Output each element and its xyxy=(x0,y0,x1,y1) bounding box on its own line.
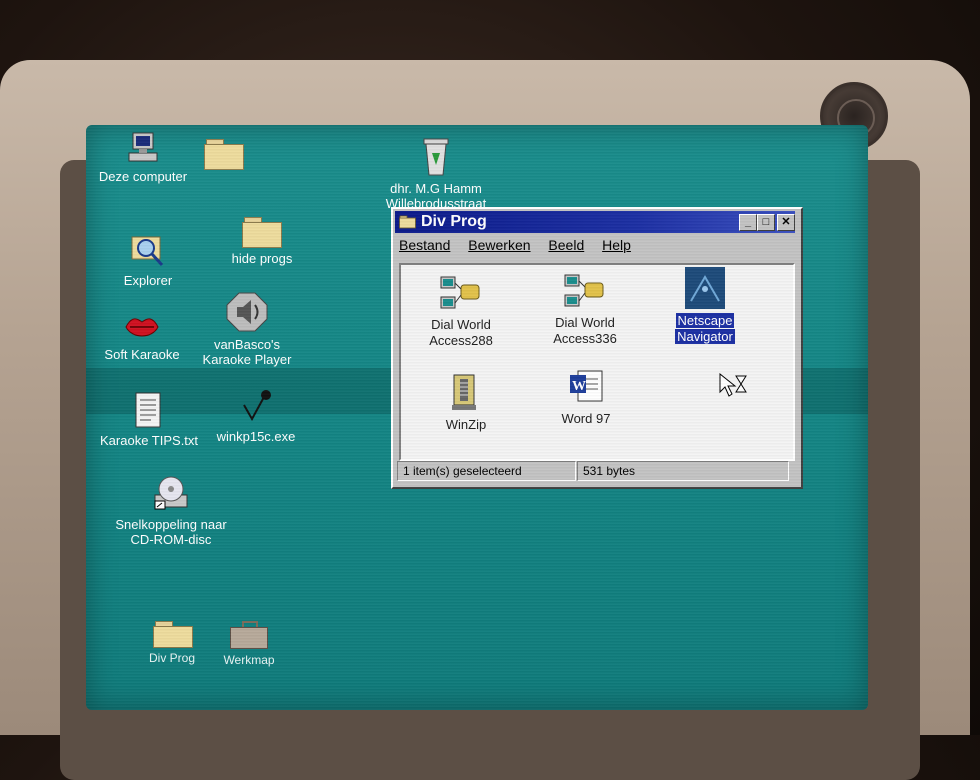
word-icon: W xyxy=(570,370,603,402)
desktop-icon-my-computer[interactable]: Deze computer xyxy=(98,131,188,184)
file-item-label-selected: Netscape xyxy=(667,313,743,329)
file-item-word97[interactable]: W Word 97 xyxy=(551,367,621,427)
status-size: 531 bytes xyxy=(577,461,789,481)
desktop-icon-soft-karaoke[interactable]: Soft Karaoke xyxy=(98,313,186,362)
desktop-icon-winkp15c[interactable]: winkp15c.exe xyxy=(208,387,304,444)
speaker-icon xyxy=(226,292,268,332)
netscape-icon xyxy=(685,267,725,309)
desktop-icon-explorer[interactable]: Explorer xyxy=(106,233,190,288)
folder-icon xyxy=(242,217,282,248)
desktop-icon-label: winkp15c.exe xyxy=(216,429,296,444)
computer-icon xyxy=(128,132,158,162)
desktop-icon-label: Explorer xyxy=(123,273,173,288)
folder-icon xyxy=(399,215,416,229)
menu-help[interactable]: Help xyxy=(602,237,631,253)
lips-icon xyxy=(125,318,159,337)
winzip-icon xyxy=(452,374,476,410)
file-item-winzip[interactable]: WinZip xyxy=(431,373,501,433)
desktop-icon-label: Soft Karaoke xyxy=(104,347,180,362)
desktop-icon-folder[interactable] xyxy=(202,139,246,173)
briefcase-icon xyxy=(230,621,268,649)
file-item-label-selected: Navigator xyxy=(667,329,743,345)
window-title: Div Prog xyxy=(421,213,487,230)
karaoke-note-icon xyxy=(243,390,271,422)
desktop-screen: Deze computer dhr. M.G Hamm Willebroduss… xyxy=(86,125,868,710)
folder-icon xyxy=(204,139,244,170)
file-item-label: Dial World xyxy=(555,315,615,330)
file-item-dialworld336[interactable]: Dial World Access336 xyxy=(545,271,625,347)
desktop-icon-vanbasco[interactable]: vanBasco's Karaoke Player xyxy=(192,291,302,367)
text-document-icon xyxy=(135,392,161,428)
desktop-icon-hide-progs[interactable]: hide progs xyxy=(222,217,302,266)
desktop-icon-div-prog[interactable]: Div Prog xyxy=(142,621,202,666)
status-selected-count: 1 item(s) geselecteerd xyxy=(397,461,576,481)
svg-text:W: W xyxy=(572,379,586,394)
recycle-bin-icon xyxy=(423,138,449,176)
file-item-label: Word 97 xyxy=(561,411,611,426)
desktop-icon-label: Karaoke TIPS.txt xyxy=(100,433,199,448)
desktop-icon-label: Deze computer xyxy=(98,169,188,184)
file-item-label: Dial World xyxy=(431,317,491,332)
desktop-icon-label: Div Prog xyxy=(148,651,195,665)
menu-bar: Bestand Bewerken Beeld Help xyxy=(399,237,645,257)
desktop-icon-label: vanBasco's Karaoke Player xyxy=(202,337,292,367)
desktop-icon-werkmap[interactable]: Werkmap xyxy=(216,621,282,668)
maximize-button[interactable]: □ xyxy=(757,214,775,231)
desktop-icon-label: Werkmap xyxy=(223,653,275,667)
file-item-label: Access336 xyxy=(553,331,617,346)
folder-content-area: Dial World Access288 Dial World Access33… xyxy=(399,263,795,461)
busy-cursor-icon xyxy=(719,373,747,397)
folder-icon xyxy=(153,621,193,648)
close-button[interactable]: ✕ xyxy=(777,214,795,231)
window-titlebar[interactable]: Div Prog _ □ ✕ xyxy=(395,211,795,233)
cdrom-icon xyxy=(154,476,188,510)
menu-bewerken[interactable]: Bewerken xyxy=(468,237,530,253)
explorer-magnifier-icon xyxy=(131,236,164,267)
file-item-dialworld288[interactable]: Dial World Access288 xyxy=(421,273,501,349)
desktop-icon-karaoke-tips[interactable]: Karaoke TIPS.txt xyxy=(100,391,199,448)
div-prog-window[interactable]: Div Prog _ □ ✕ Bestand Bewerken Beeld He… xyxy=(391,207,803,489)
dial-up-icon xyxy=(564,274,604,307)
desktop-icon-label: hide progs xyxy=(231,251,293,266)
menu-beeld[interactable]: Beeld xyxy=(548,237,584,253)
file-item-label: Navigator xyxy=(675,329,735,344)
dial-up-icon xyxy=(440,276,480,309)
file-item-netscape-navigator[interactable]: Netscape Navigator xyxy=(667,267,743,345)
status-bar: 1 item(s) geselecteerd 531 bytes xyxy=(397,461,795,481)
desktop-icon-recycle-bin[interactable]: dhr. M.G Hamm Willebrodusstraat xyxy=(376,135,496,211)
file-item-label: Access288 xyxy=(429,333,493,348)
menu-bestand[interactable]: Bestand xyxy=(399,237,450,253)
desktop-icon-label: Snelkoppeling naar CD-ROM-disc xyxy=(115,517,227,547)
file-item-label: WinZip xyxy=(445,417,487,432)
file-item-label: Netscape xyxy=(675,313,735,328)
desktop-icon-cdrom-shortcut[interactable]: Snelkoppeling naar CD-ROM-disc xyxy=(108,473,234,547)
minimize-button[interactable]: _ xyxy=(739,214,757,231)
